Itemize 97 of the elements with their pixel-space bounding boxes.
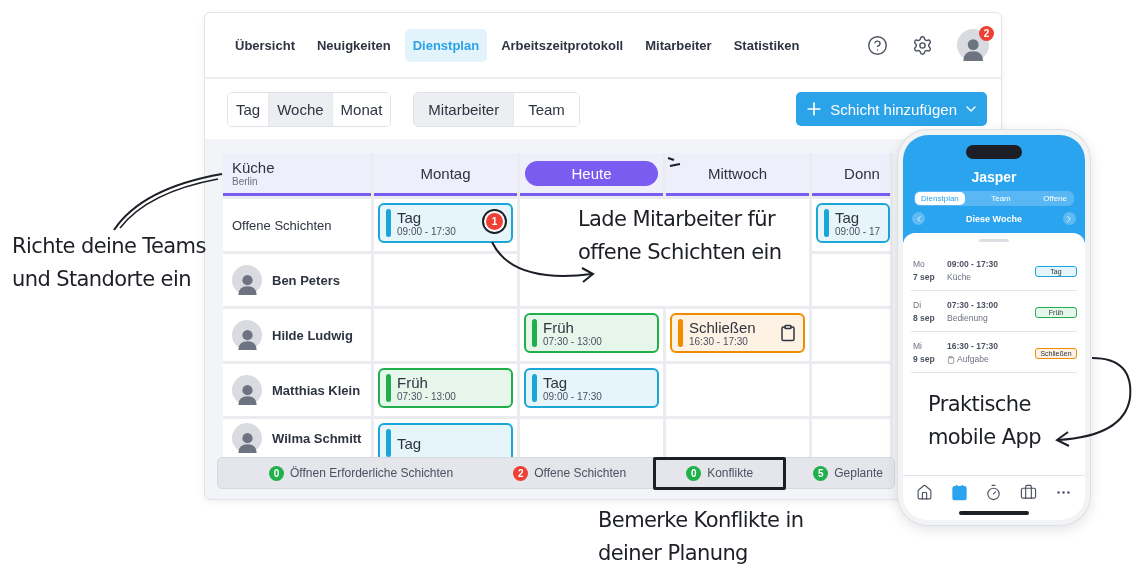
schedule-cell[interactable] — [812, 419, 890, 457]
shift-title: Tag — [397, 209, 423, 226]
group-mode-option[interactable]: Team — [513, 92, 579, 126]
shift-title: Früh — [397, 374, 429, 391]
shift-title: Tag — [397, 434, 422, 452]
handwritten-note: Praktische mobile App — [928, 391, 1042, 451]
weekday-label: Mo — [913, 258, 926, 271]
handwritten-note: Bemerke Konflikte in deiner Planung — [598, 507, 805, 567]
shift-time: 07:30 - 13:00 — [947, 299, 1000, 312]
person-silhouette-icon — [236, 382, 258, 405]
home-indicator — [959, 511, 1029, 515]
person-silhouette-icon — [236, 430, 258, 453]
briefcase-icon[interactable] — [1020, 484, 1038, 501]
schedule-cell[interactable]: Tag 09:00 - 17 — [812, 199, 890, 251]
person-silhouette-icon — [236, 327, 258, 350]
shift-place: Bedienung — [947, 312, 988, 325]
calendar-icon[interactable] — [950, 484, 968, 501]
schedule-cell[interactable] — [812, 364, 890, 416]
shift-time: 07:30 - 13:00 — [543, 336, 602, 347]
shift-card[interactable]: Früh 07:30 - 13:00 — [378, 368, 513, 408]
nav-tab[interactable]: Arbeitszeitprotokoll — [493, 28, 632, 62]
person-silhouette-icon — [961, 37, 985, 61]
schedule-cell[interactable]: Früh 07:30 - 13:00 — [520, 309, 663, 361]
count-badge: 2 — [513, 465, 529, 481]
home-icon[interactable] — [915, 484, 933, 501]
count-badge: 0 — [686, 465, 702, 481]
phone-user-name: Jasper — [971, 169, 1017, 185]
schedule-cell[interactable] — [812, 254, 890, 306]
shift-place: Küche — [947, 271, 972, 284]
summary-label: Konflikte — [707, 466, 754, 480]
shift-card[interactable]: Schließen 16:30 - 17:30 — [670, 313, 805, 353]
previous-week-button[interactable] — [912, 212, 925, 225]
nav-tab[interactable]: Mitarbeiter — [637, 28, 720, 62]
schedule-cell[interactable]: Tag 09:00 - 17:30 — [520, 364, 663, 416]
nav-tab[interactable]: Übersicht — [227, 28, 303, 62]
count-badge: 5 — [813, 465, 829, 481]
settings-icon[interactable] — [912, 34, 933, 56]
row-name: Hilde Ludwig — [272, 327, 353, 343]
next-week-button[interactable] — [1063, 212, 1076, 225]
shift-time: 07:30 - 13:00 — [397, 391, 456, 402]
team-name: Küche — [232, 159, 275, 176]
weekday-label: Di — [913, 299, 923, 312]
count-badge: 0 — [269, 465, 284, 481]
date-label: 8 sep — [913, 312, 936, 325]
group-mode-option[interactable]: Mitarbeiter — [414, 92, 514, 126]
user-avatar[interactable] — [957, 29, 989, 61]
weekday-label: Mi — [913, 340, 923, 353]
help-icon[interactable] — [867, 34, 888, 56]
schedule-cell[interactable] — [520, 419, 663, 457]
day-label: Mittwoch — [707, 164, 768, 182]
nav-tab[interactable]: Statistiken — [725, 28, 808, 62]
view-mode-option[interactable]: Monat — [331, 92, 391, 126]
phone-notch — [966, 145, 1022, 159]
date-label: 7 sep — [913, 271, 936, 284]
shift-card[interactable]: Tag 09:00 - 17 — [816, 203, 890, 243]
shift-time: 09:00 - 17:30 — [947, 258, 1000, 271]
shift-time: 09:00 - 17:30 — [543, 391, 602, 402]
shift-card[interactable]: Tag 09:00 - 17:30 1 — [378, 203, 513, 243]
sheet-handle — [979, 239, 1009, 242]
shift-title: Tag — [543, 374, 569, 391]
notification-badge: 2 — [979, 26, 994, 41]
summary-label: Geplante — [834, 466, 883, 480]
shift-title: Tag — [835, 209, 861, 226]
shift-place: Aufgabe — [957, 353, 989, 366]
summary-label: Öffnen Erforderliche Schichten — [290, 466, 454, 480]
row-name: Matthias Klein — [272, 382, 361, 398]
row-name: Ben Peters — [272, 272, 340, 288]
shift-time: 16:30 - 17:30 — [689, 336, 749, 347]
shift-time: 09:00 - 17:30 — [397, 226, 456, 237]
shift-time: 16:30 - 17:30 — [947, 340, 1000, 353]
schedule-cell[interactable] — [666, 419, 809, 457]
schedule-cell[interactable] — [812, 309, 890, 361]
schedule-cell[interactable] — [374, 254, 517, 306]
day-label: Donn — [844, 164, 880, 182]
shift-title: Früh — [543, 319, 575, 336]
handwritten-note: Richte deine Teams und Standorte ein — [12, 233, 207, 293]
handwritten-note: Lade Mitarbeiter für offene Schichten ein — [578, 206, 783, 266]
schedule-cell[interactable]: Tag 09:00 - 17:30 1 — [374, 199, 517, 251]
day-label: Montag — [420, 164, 471, 182]
shift-title: Schließen — [689, 319, 756, 336]
view-mode-option[interactable]: Woche — [268, 92, 332, 126]
schedule-cell[interactable]: Früh 07:30 - 13:00 — [374, 364, 517, 416]
row-name: Wilma Schmitt — [272, 430, 362, 446]
stopwatch-icon[interactable] — [985, 484, 1003, 501]
row-name: Offene Schichten — [232, 217, 332, 233]
team-location: Berlin — [232, 176, 258, 187]
week-label: Diese Woche — [966, 213, 1022, 224]
shift-card[interactable]: Tag 09:00 - 17:30 — [524, 368, 659, 408]
sparkle-drawing — [666, 156, 682, 168]
summary-label: Offene Schichten — [534, 466, 627, 480]
person-silhouette-icon — [236, 272, 258, 295]
nav-tab[interactable]: Neuigkeiten — [308, 28, 399, 62]
schedule-cell[interactable]: Schließen 16:30 - 17:30 — [666, 309, 809, 361]
shift-card[interactable]: Früh 07:30 - 13:00 — [524, 313, 659, 353]
shift-time: 09:00 - 17 — [835, 226, 881, 237]
today-pill: Heute — [525, 160, 658, 186]
date-label: 9 sep — [913, 353, 936, 366]
